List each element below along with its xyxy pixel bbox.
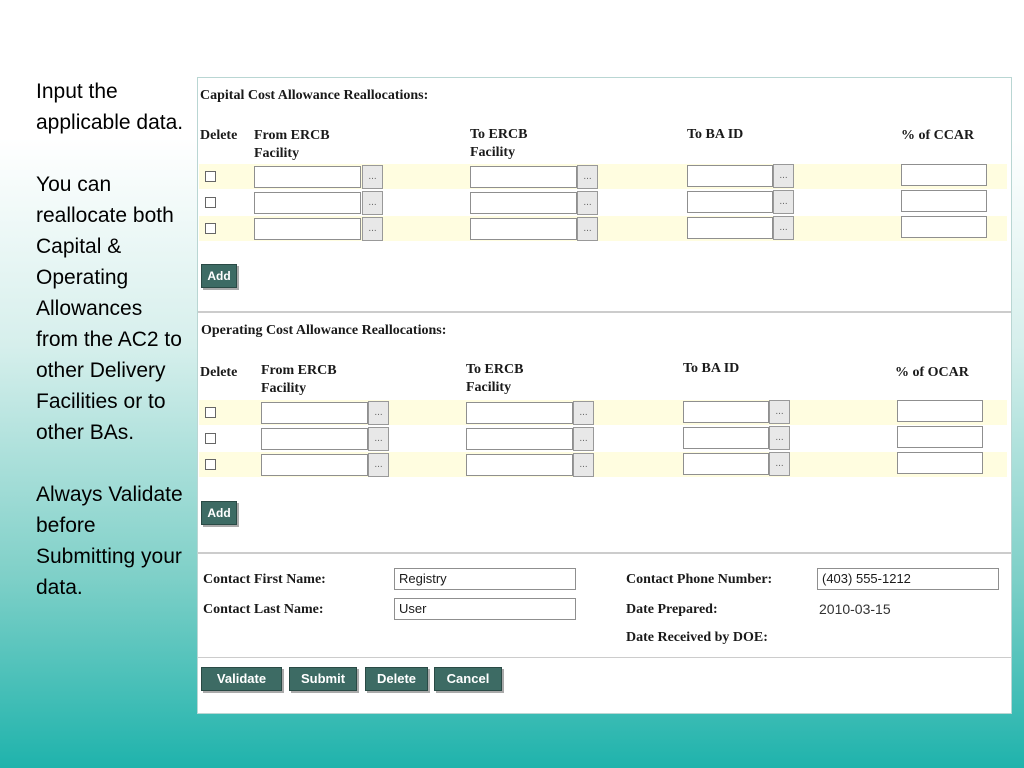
contact-phone-label: Contact Phone Number: <box>626 572 773 587</box>
from-facility-input[interactable] <box>261 428 368 450</box>
to-facility-input[interactable] <box>466 428 573 450</box>
operating-col-ba: To BA ID <box>683 361 740 376</box>
instruction-input: Input the applicable data. <box>36 80 184 134</box>
section-divider <box>198 657 1011 658</box>
operating-col-pct: % of OCAR <box>895 365 969 380</box>
operating-row: ... ... ... <box>199 400 1007 425</box>
to-facility-input[interactable] <box>466 454 573 476</box>
to-ba-input[interactable] <box>683 401 769 423</box>
capital-row: ... ... ... <box>199 216 1007 241</box>
to-facility-lookup-button[interactable]: ... <box>577 165 598 189</box>
operating-row: ... ... ... <box>199 426 1007 451</box>
to-ba-lookup-button[interactable]: ... <box>773 190 794 214</box>
to-ba-lookup-button[interactable]: ... <box>769 452 790 476</box>
to-ba-input[interactable] <box>683 453 769 475</box>
validate-button[interactable]: Validate <box>201 667 282 691</box>
capital-col-from: From ERCB Facility <box>254 128 330 161</box>
from-facility-lookup-button[interactable]: ... <box>362 191 383 215</box>
from-facility-lookup-button[interactable]: ... <box>362 217 383 241</box>
capital-add-button[interactable]: Add <box>201 264 237 288</box>
delete-checkbox[interactable] <box>205 433 216 444</box>
date-prepared-label: Date Prepared: <box>626 602 718 617</box>
capital-col-delete: Delete <box>200 128 238 143</box>
to-facility-lookup-button[interactable]: ... <box>573 427 594 451</box>
operating-row: ... ... ... <box>199 452 1007 477</box>
cancel-button[interactable]: Cancel <box>434 667 502 691</box>
to-facility-lookup-button[interactable]: ... <box>577 191 598 215</box>
instruction-validate: Always Validate before Submitting your d… <box>36 483 183 599</box>
from-facility-lookup-button[interactable]: ... <box>368 453 389 477</box>
capital-col-ba: To BA ID <box>687 127 744 142</box>
to-facility-input[interactable] <box>470 192 577 214</box>
to-facility-lookup-button[interactable]: ... <box>573 401 594 425</box>
contact-first-name-input[interactable]: Registry <box>394 568 576 590</box>
capital-col-pct: % of CCAR <box>901 128 975 143</box>
ccar-percent-input[interactable] <box>901 216 987 238</box>
delete-checkbox[interactable] <box>205 171 216 182</box>
operating-col-from: From ERCB Facility <box>261 363 337 396</box>
from-facility-lookup-button[interactable]: ... <box>362 165 383 189</box>
to-ba-input[interactable] <box>683 427 769 449</box>
operating-col-delete: Delete <box>200 365 238 380</box>
to-ba-lookup-button[interactable]: ... <box>769 400 790 424</box>
to-ba-lookup-button[interactable]: ... <box>769 426 790 450</box>
capital-row: ... ... ... <box>199 190 1007 215</box>
date-prepared-value: 2010-03-15 <box>819 601 891 617</box>
contact-last-name-input[interactable]: User <box>394 598 576 620</box>
delete-checkbox[interactable] <box>205 407 216 418</box>
operating-add-button[interactable]: Add <box>201 501 237 525</box>
operating-col-to: To ERCB Facility <box>466 362 524 395</box>
ocar-percent-input[interactable] <box>897 400 983 422</box>
to-facility-lookup-button[interactable]: ... <box>573 453 594 477</box>
date-received-label: Date Received by DOE: <box>626 630 768 645</box>
delete-checkbox[interactable] <box>205 197 216 208</box>
to-facility-input[interactable] <box>470 166 577 188</box>
reallocation-form: Capital Cost Allowance Reallocations: De… <box>197 77 1012 714</box>
delete-checkbox[interactable] <box>205 223 216 234</box>
capital-section-title: Capital Cost Allowance Reallocations: <box>200 88 429 103</box>
to-ba-input[interactable] <box>687 165 773 187</box>
contact-phone-input[interactable]: (403) 555-1212 <box>817 568 999 590</box>
to-ba-input[interactable] <box>687 191 773 213</box>
ocar-percent-input[interactable] <box>897 452 983 474</box>
from-facility-input[interactable] <box>254 166 361 188</box>
instruction-reallocate: You can reallocate both Capital & Operat… <box>36 173 182 444</box>
from-facility-input[interactable] <box>254 218 361 240</box>
to-ba-input[interactable] <box>687 217 773 239</box>
contact-last-name-label: Contact Last Name: <box>203 602 324 617</box>
instructions-text: Input the applicable data. You can reall… <box>36 76 186 634</box>
contact-first-name-label: Contact First Name: <box>203 572 326 587</box>
from-facility-input[interactable] <box>261 454 368 476</box>
operating-section-title: Operating Cost Allowance Reallocations: <box>201 323 447 338</box>
ocar-percent-input[interactable] <box>897 426 983 448</box>
ccar-percent-input[interactable] <box>901 164 987 186</box>
to-ba-lookup-button[interactable]: ... <box>773 216 794 240</box>
to-facility-lookup-button[interactable]: ... <box>577 217 598 241</box>
capital-col-to: To ERCB Facility <box>470 127 528 160</box>
submit-button[interactable]: Submit <box>289 667 357 691</box>
section-divider <box>198 552 1011 554</box>
from-facility-input[interactable] <box>261 402 368 424</box>
capital-row: ... ... ... <box>199 164 1007 189</box>
section-divider <box>198 311 1011 313</box>
delete-checkbox[interactable] <box>205 459 216 470</box>
to-facility-input[interactable] <box>470 218 577 240</box>
ccar-percent-input[interactable] <box>901 190 987 212</box>
delete-button[interactable]: Delete <box>365 667 428 691</box>
to-facility-input[interactable] <box>466 402 573 424</box>
from-facility-input[interactable] <box>254 192 361 214</box>
from-facility-lookup-button[interactable]: ... <box>368 427 389 451</box>
to-ba-lookup-button[interactable]: ... <box>773 164 794 188</box>
from-facility-lookup-button[interactable]: ... <box>368 401 389 425</box>
